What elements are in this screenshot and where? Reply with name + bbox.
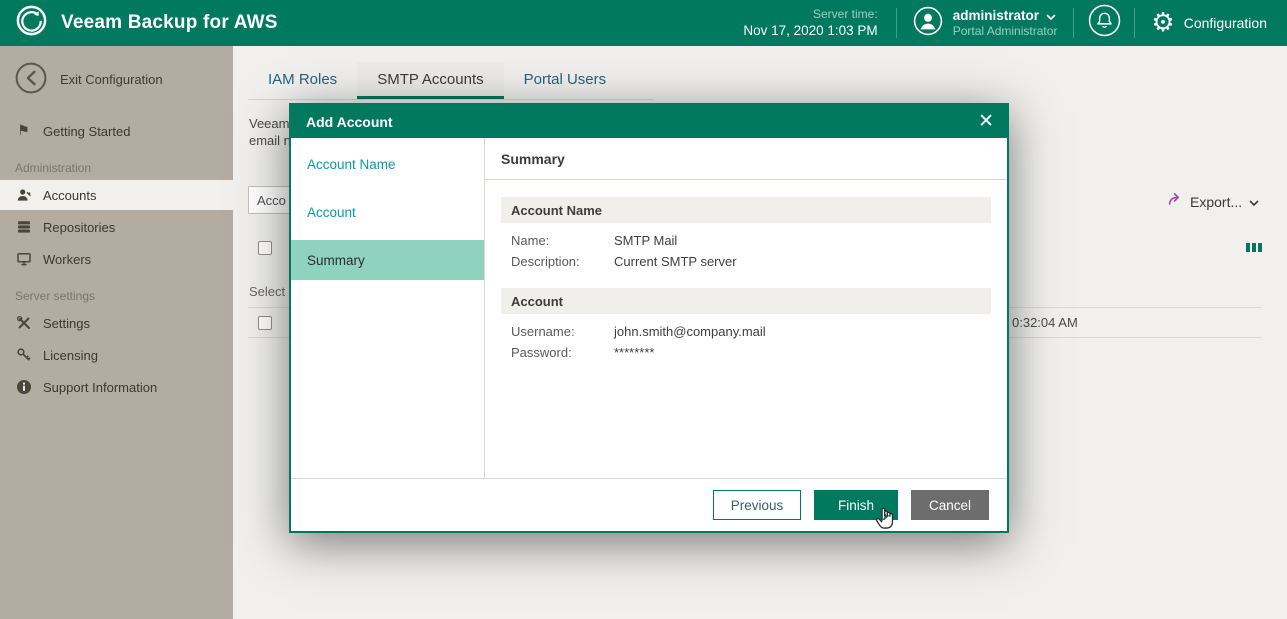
- summary-row-label: Password:: [511, 345, 572, 360]
- tab-iam-roles[interactable]: IAM Roles: [248, 62, 357, 99]
- export-label: Export...: [1190, 193, 1243, 210]
- screen: Veeam Backup for AWS Server time: Nov 17…: [0, 0, 1287, 619]
- configuration-button[interactable]: ⚙ Configuration: [1135, 10, 1287, 36]
- wizard-content: Summary Account Name Name: SMTP Mail Des…: [485, 138, 1007, 478]
- sidebar-item-label: Support Information: [43, 379, 158, 395]
- veeam-logo-icon: [15, 4, 48, 42]
- tab-portal-users[interactable]: Portal Users: [504, 62, 627, 99]
- repositories-icon: [15, 219, 32, 235]
- key-icon: [15, 347, 32, 363]
- summary-section-title: Account: [501, 288, 991, 314]
- notifications-button[interactable]: [1074, 3, 1134, 43]
- sidebar-item-support-information[interactable]: Support Information: [0, 372, 233, 402]
- dialog-footer: Previous Finish Cancel: [291, 478, 1007, 531]
- finish-button[interactable]: Finish: [814, 490, 898, 520]
- summary-row-value: SMTP Mail: [614, 233, 678, 248]
- top-bar: Veeam Backup for AWS Server time: Nov 17…: [0, 0, 1287, 46]
- sidebar-item-label: Settings: [43, 315, 90, 331]
- exit-configuration-label: Exit Configuration: [60, 72, 163, 87]
- server-time-label: Server time:: [813, 6, 878, 21]
- summary-row: Username: john.smith@company.mail: [501, 321, 991, 342]
- chevron-down-icon: [1046, 8, 1056, 23]
- row-checkbox[interactable]: [258, 316, 272, 330]
- wizard-page-title: Summary: [485, 138, 1007, 180]
- accounts-icon: [15, 187, 32, 203]
- section-label-server-settings: Server settings: [15, 289, 96, 303]
- cancel-button[interactable]: Cancel: [911, 490, 989, 520]
- summary-row-value: ********: [614, 345, 655, 360]
- server-time: Server time: Nov 17, 2020 1:03 PM: [743, 6, 877, 40]
- workers-icon: [15, 251, 32, 267]
- exit-configuration-button[interactable]: Exit Configuration: [0, 46, 233, 116]
- brand: Veeam Backup for AWS: [15, 4, 278, 42]
- summary-row: Password: ********: [501, 342, 991, 363]
- wizard-steps: Account Name Account Summary: [291, 138, 485, 478]
- chevron-down-icon: [1249, 193, 1259, 211]
- summary-row-label: Username:: [511, 324, 575, 339]
- sidebar-item-accounts[interactable]: Accounts: [0, 180, 243, 210]
- summary-row-value: Current SMTP server: [614, 254, 737, 269]
- summary-row-label: Description:: [511, 254, 580, 269]
- dialog-title: Add Account: [306, 113, 393, 130]
- export-button[interactable]: Export...: [1167, 191, 1259, 212]
- step-account[interactable]: Account: [291, 192, 484, 232]
- summary-row-label: Name:: [511, 233, 550, 248]
- sidebar-item-label: Repositories: [43, 219, 116, 235]
- tab-bar: IAM Roles SMTP Accounts Portal Users: [248, 62, 654, 100]
- sidebar-item-workers[interactable]: Workers: [0, 244, 233, 274]
- step-summary[interactable]: Summary: [291, 240, 484, 280]
- sidebar-item-getting-started[interactable]: ⚑ Getting Started: [0, 116, 233, 146]
- summary-section-title: Account Name: [501, 197, 991, 223]
- column-settings-icon[interactable]: [1246, 243, 1262, 252]
- configuration-label: Configuration: [1183, 15, 1267, 31]
- select-all-checkbox[interactable]: [258, 241, 272, 255]
- bell-icon: [1087, 3, 1122, 43]
- grid-row-timestamp-partial: 0:32:04 AM: [1012, 315, 1078, 330]
- server-time-value: Nov 17, 2020 1:03 PM: [743, 22, 878, 38]
- section-label-administration: Administration: [15, 161, 92, 175]
- add-account-dialog: Add Account ✕ Account Name Account Summa…: [289, 103, 1009, 533]
- app-title: Veeam Backup for AWS: [61, 12, 278, 33]
- user-menu[interactable]: administrator Portal Administrator: [897, 6, 1074, 41]
- user-role: Portal Administrator: [952, 24, 1058, 38]
- close-icon[interactable]: ✕: [978, 112, 994, 131]
- back-arrow-icon: [14, 61, 48, 98]
- step-account-name[interactable]: Account Name: [291, 144, 484, 184]
- dialog-header: Add Account ✕: [291, 105, 1007, 138]
- summary-row-value: john.smith@company.mail: [614, 324, 766, 339]
- sidebar-item-licensing[interactable]: Licensing: [0, 340, 233, 370]
- sidebar-item-settings[interactable]: Settings: [0, 308, 233, 338]
- previous-button[interactable]: Previous: [713, 490, 801, 520]
- tools-icon: [15, 315, 32, 331]
- sidebar: Exit Configuration ⚑ Getting Started Adm…: [0, 46, 243, 619]
- sidebar-item-label: Licensing: [43, 347, 98, 363]
- summary-row: Name: SMTP Mail: [501, 230, 991, 251]
- select-label-partial: Select: [249, 284, 286, 299]
- sidebar-item-label: Accounts: [43, 187, 97, 203]
- sidebar-item-label: Workers: [43, 251, 92, 267]
- export-arrow-icon: [1167, 191, 1183, 212]
- sidebar-item-label: Getting Started: [43, 123, 131, 139]
- tab-smtp-accounts[interactable]: SMTP Accounts: [357, 62, 504, 99]
- gear-icon: ⚙: [1151, 8, 1175, 38]
- sidebar-item-repositories[interactable]: Repositories: [0, 212, 233, 242]
- summary-panel: Account Name Name: SMTP Mail Description…: [485, 180, 1007, 478]
- flag-icon: ⚑: [17, 123, 30, 139]
- user-avatar-icon: [913, 6, 943, 41]
- summary-row: Description: Current SMTP server: [501, 251, 991, 272]
- page-description-partial: Veeam email n: [249, 116, 290, 148]
- user-name: administrator: [952, 8, 1039, 23]
- info-icon: [15, 379, 32, 395]
